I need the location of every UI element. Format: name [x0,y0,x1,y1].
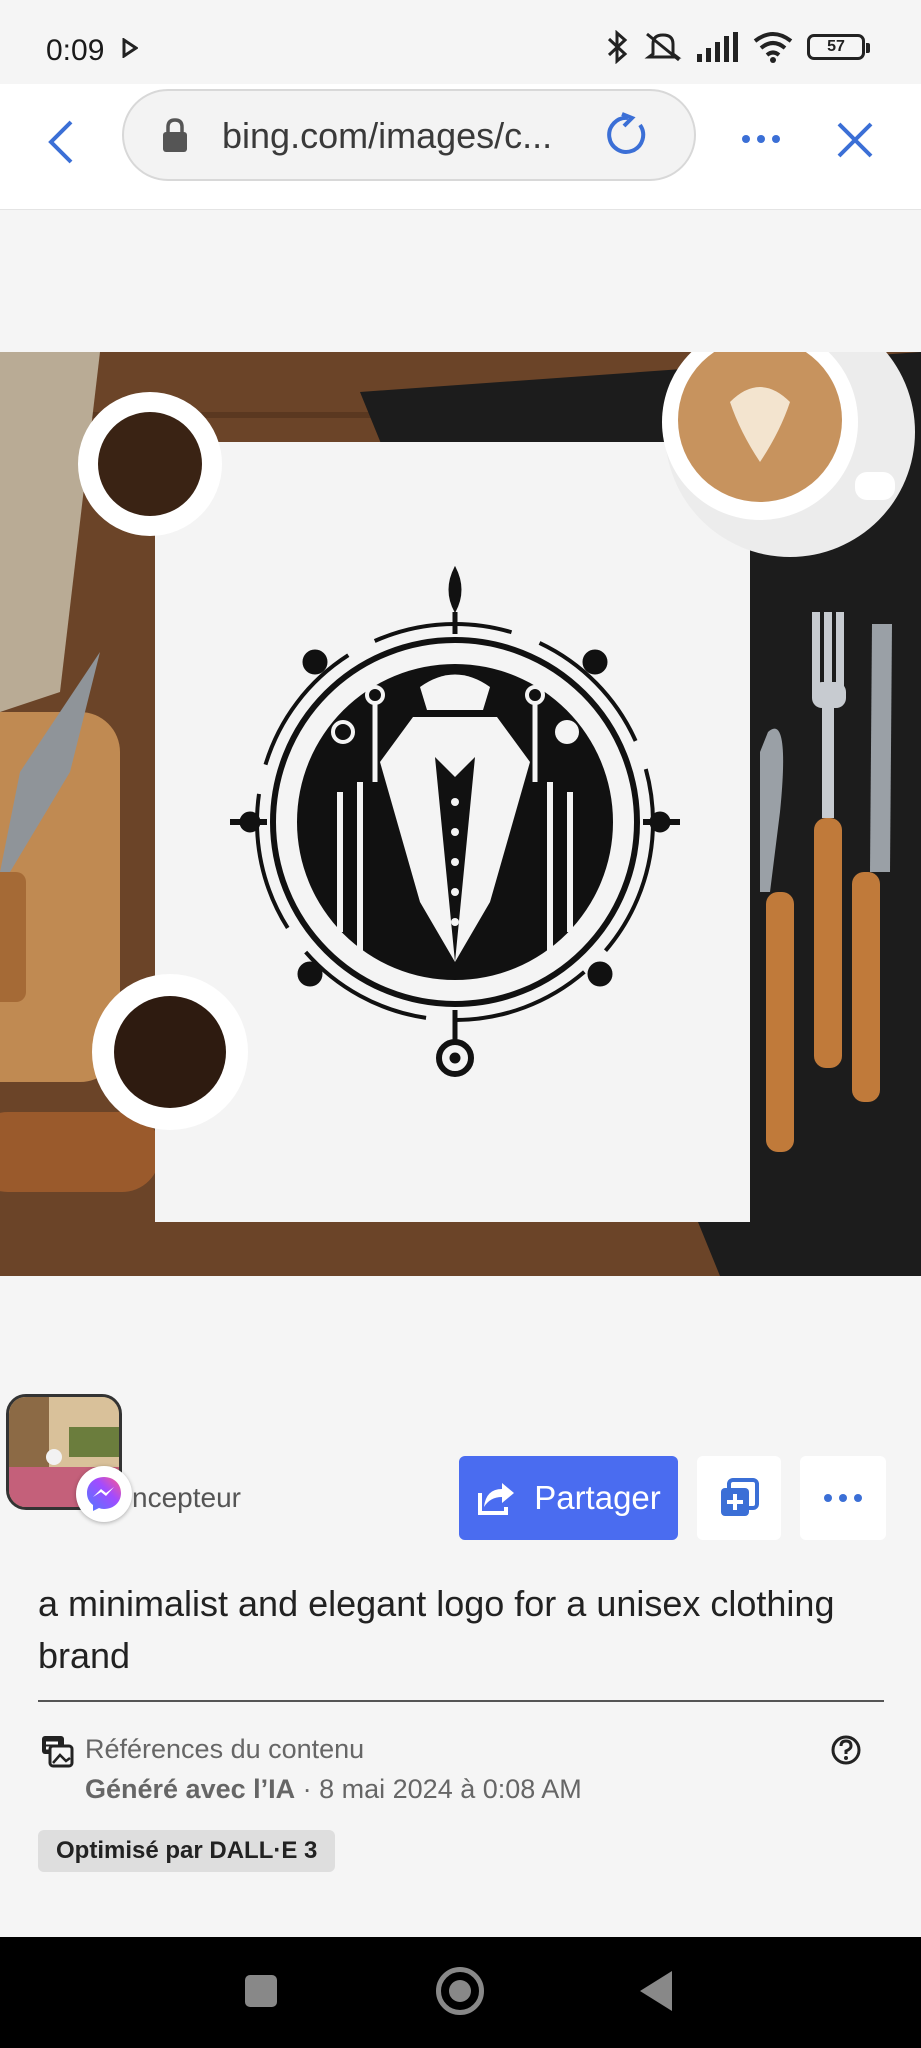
more-options-button[interactable] [800,1456,886,1540]
divider [38,1700,884,1702]
home-button[interactable] [436,1967,484,2015]
more-horizontal-icon [742,135,780,143]
generated-date: · 8 mai 2024 à 0:08 AM [295,1774,582,1804]
play-icon [122,38,138,58]
close-tab-button[interactable] [830,110,880,170]
browser-toolbar: bing.com/images/c... [0,84,921,210]
close-icon [837,122,873,158]
dalle-badge: Optimisé par DALL·E 3 [38,1830,336,1872]
url-text[interactable]: bing.com/images/c... [222,115,582,157]
system-nav-bar [0,1937,921,2048]
recents-button[interactable] [245,1975,277,2007]
image-prompt: a minimalist and elegant logo for a unis… [38,1583,835,1676]
reload-icon[interactable] [602,111,650,159]
generated-image-art [0,352,921,1276]
status-icons: 57 [605,30,870,64]
content-credentials-icon [42,1736,74,1768]
address-bar[interactable]: bing.com/images/c... [122,89,696,181]
more-horizontal-icon [824,1494,862,1502]
battery-indicator: 57 [807,34,870,60]
back-button[interactable] [36,112,84,172]
bluetooth-icon [607,30,628,64]
creator-label[interactable]: ncepteur [132,1482,241,1514]
lock-icon [163,118,187,152]
messenger-icon [87,1477,121,1511]
generated-image[interactable] [0,352,921,1276]
status-time: 0:09 [46,34,105,67]
share-label: Partager [534,1479,661,1516]
share-icon [478,1483,515,1515]
status-bar: 0:09 57 [0,0,921,84]
signal-icon [697,32,738,62]
generated-label: Généré avec l’IA [85,1774,296,1804]
mute-icon [644,32,682,62]
chevron-left-icon [48,120,73,164]
wifi-icon [753,32,793,63]
system-back-button[interactable] [640,1971,672,2011]
browser-menu-button[interactable] [736,114,786,164]
share-button[interactable]: Partager [459,1456,678,1540]
generation-meta: Généré avec l’IA · 8 mai 2024 à 0:08 AM [85,1774,582,1805]
add-collection-icon [721,1478,759,1516]
add-to-collection-button[interactable] [697,1456,781,1540]
messenger-badge[interactable] [76,1466,132,1522]
content-references-title: Références du contenu [85,1734,365,1764]
help-icon[interactable] [830,1734,862,1766]
